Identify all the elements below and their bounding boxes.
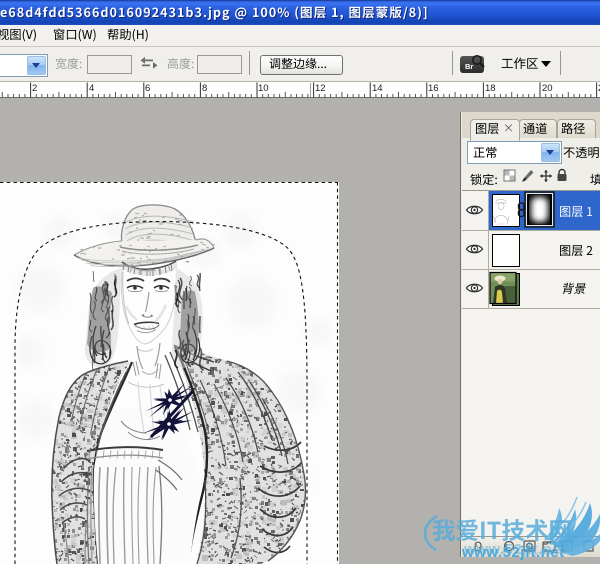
svg-text:www.52jft.net: www.52jft.net bbox=[461, 544, 565, 561]
svg-text:Br: Br bbox=[465, 62, 473, 71]
